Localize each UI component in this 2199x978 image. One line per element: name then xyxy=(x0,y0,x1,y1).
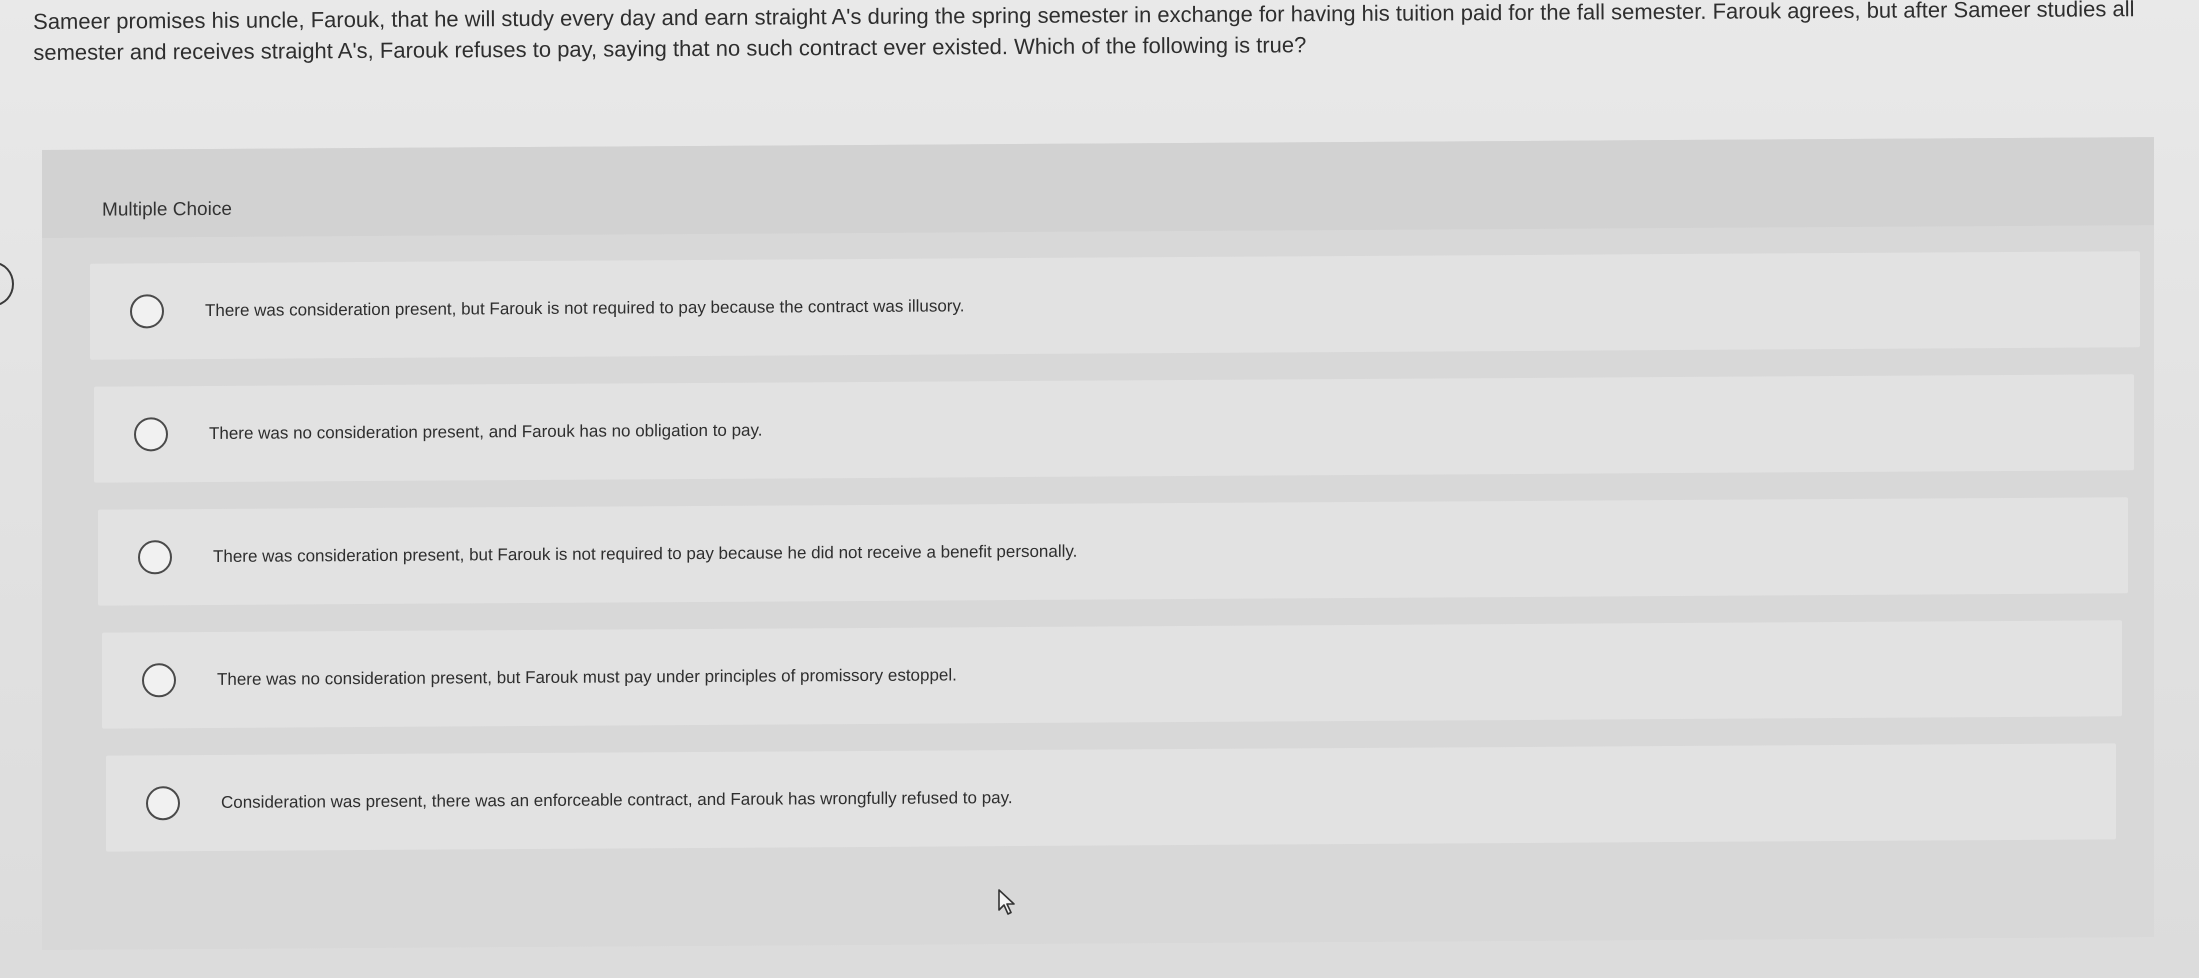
question-text: Sameer promises his uncle, Farouk, that … xyxy=(33,0,2135,65)
choice-label: There was consideration present, but Far… xyxy=(213,541,1078,566)
choice-option-4[interactable]: There was no consideration present, but … xyxy=(102,620,2122,729)
choice-label: There was no consideration present, and … xyxy=(209,420,763,443)
radio-circle-icon[interactable] xyxy=(130,294,164,329)
radio-circle-icon[interactable] xyxy=(146,786,180,821)
radio-circle-icon[interactable] xyxy=(134,417,168,452)
choice-label: There was no consideration present, but … xyxy=(217,665,957,689)
choice-option-2[interactable]: There was no consideration present, and … xyxy=(94,374,2134,483)
multiple-choice-panel: Multiple Choice There was consideration … xyxy=(42,137,2154,950)
panel-header: Multiple Choice xyxy=(42,137,2154,238)
side-tab-icon[interactable] xyxy=(0,262,14,306)
radio-circle-icon[interactable] xyxy=(142,663,176,698)
choice-option-1[interactable]: There was consideration present, but Far… xyxy=(90,251,2140,360)
choice-label: Consideration was present, there was an … xyxy=(221,788,1013,812)
choice-option-3[interactable]: There was consideration present, but Far… xyxy=(98,497,2128,606)
mouse-pointer-icon xyxy=(998,889,1015,915)
radio-circle-icon[interactable] xyxy=(138,540,172,575)
section-label: Multiple Choice xyxy=(102,198,232,221)
choice-option-5[interactable]: Consideration was present, there was an … xyxy=(106,743,2116,852)
choice-label: There was consideration present, but Far… xyxy=(205,296,965,321)
